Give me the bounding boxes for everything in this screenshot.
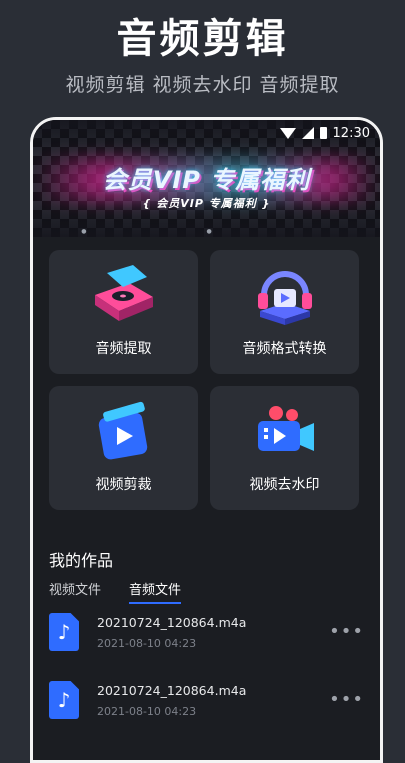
- video-camera-icon: [210, 400, 359, 464]
- status-bar: 12:30: [33, 120, 380, 146]
- banner-title: 会员VIP 专属福利: [102, 166, 311, 194]
- file-list: ♪ 20210724_120864.m4a 2021-08-10 04:23 •…: [49, 607, 364, 743]
- status-time: 12:30: [332, 125, 370, 141]
- wifi-icon: [279, 127, 296, 139]
- tab-audio-files[interactable]: 音频文件: [129, 579, 182, 604]
- turntable-icon: [49, 264, 198, 328]
- music-file-icon: ♪: [49, 681, 79, 719]
- file-date: 2021-08-10 04:23: [97, 637, 197, 650]
- headphones-icon: [210, 264, 359, 328]
- tab-video-files[interactable]: 视频文件: [49, 579, 101, 602]
- feature-video-crop[interactable]: 视频剪裁: [49, 386, 198, 510]
- phone-screen: 12:30 会员VIP 专属福利 { 会员VIP 专属福利 } ●● 音频提取: [30, 117, 383, 763]
- file-name: 20210724_120864.m4a: [97, 615, 247, 630]
- works-title: 我的作品: [49, 551, 114, 570]
- feature-video-watermark[interactable]: 视频去水印: [210, 386, 359, 510]
- feature-audio-convert[interactable]: 音频格式转换: [210, 250, 359, 374]
- more-icon[interactable]: •••: [329, 621, 364, 642]
- music-file-icon: ♪: [49, 613, 79, 651]
- promo-subtitle: 视频剪辑 视频去水印 音频提取: [65, 74, 340, 96]
- list-item[interactable]: ♪ 20210724_120864.m4a 2021-08-10 04:23 •…: [49, 675, 364, 743]
- works-tabs: 视频文件 音频文件: [49, 579, 182, 604]
- feature-audio-extract[interactable]: 音频提取: [49, 250, 198, 374]
- banner-subtitle: { 会员VIP 专属福利 }: [142, 197, 271, 210]
- file-name: 20210724_120864.m4a: [97, 683, 247, 698]
- banner-indicator: ●●: [81, 228, 332, 235]
- feature-label: 音频格式转换: [242, 341, 327, 357]
- promo-title: 音频剪辑: [116, 16, 289, 62]
- feature-label: 视频剪裁: [95, 477, 152, 493]
- feature-label: 音频提取: [95, 341, 152, 357]
- signal-icon: [301, 127, 314, 139]
- list-item[interactable]: ♪ 20210724_120864.m4a 2021-08-10 04:23 •…: [49, 607, 364, 675]
- feature-label: 视频去水印: [249, 477, 320, 493]
- feature-grid: 音频提取 音频格式转换 视频剪裁 视频去水印: [49, 250, 359, 510]
- more-icon[interactable]: •••: [329, 689, 364, 710]
- play-clip-icon: [49, 400, 198, 464]
- file-date: 2021-08-10 04:23: [97, 705, 197, 718]
- battery-icon: [319, 127, 327, 139]
